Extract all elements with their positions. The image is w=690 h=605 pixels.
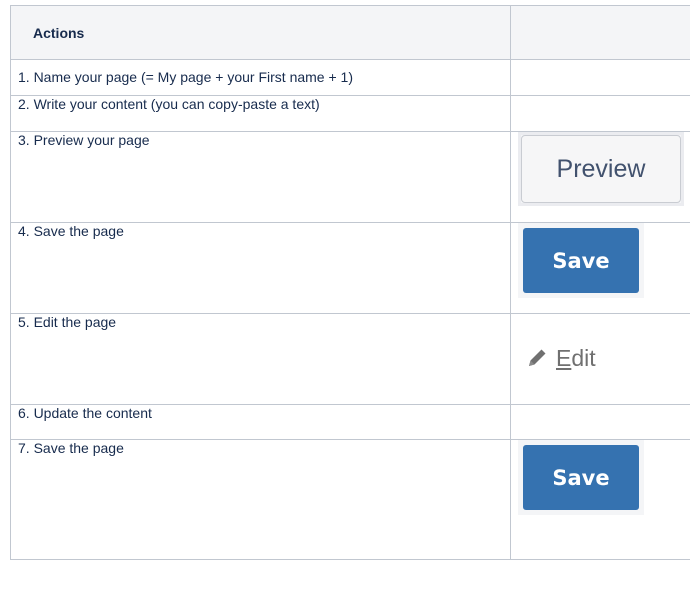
save-button-cell: Save xyxy=(510,439,690,560)
step-edit: 5. Edit the page xyxy=(10,313,511,405)
actions-table: Actions 1. Name your page (= My page + y… xyxy=(10,5,690,560)
step-preview: 3. Preview your page xyxy=(10,131,511,223)
edit-button-image: Edit xyxy=(518,328,646,388)
preview-button-image: Preview xyxy=(518,132,684,206)
table-header-row: Actions xyxy=(10,5,690,60)
save-button-cell: Save xyxy=(510,222,690,314)
table-row: 3. Preview your page Preview xyxy=(10,131,690,223)
table-row: 7. Save the page Save xyxy=(10,439,690,560)
step-save-again: 7. Save the page xyxy=(10,439,511,560)
empty-cell xyxy=(510,59,690,96)
edit-button-label: Edit xyxy=(556,345,596,372)
column-header-actions: Actions xyxy=(10,5,511,60)
step-save: 4. Save the page xyxy=(10,222,511,314)
pencil-icon xyxy=(529,349,546,366)
preview-button-cell: Preview xyxy=(510,131,690,223)
save-button-image: Save xyxy=(518,440,644,515)
table-row: 6. Update the content xyxy=(10,404,690,440)
table-row: 2. Write your content (you can copy-past… xyxy=(10,95,690,132)
edit-button-cell: Edit xyxy=(510,313,690,405)
table-row: 5. Edit the page Edit xyxy=(10,313,690,405)
save-button: Save xyxy=(523,228,639,293)
empty-cell xyxy=(510,95,690,132)
table-row: 4. Save the page Save xyxy=(10,222,690,314)
step-name-page: 1. Name your page (= My page + your Firs… xyxy=(10,59,511,96)
edit-accesskey-letter: E xyxy=(556,344,572,371)
step-update-content: 6. Update the content xyxy=(10,404,511,440)
table-row: 1. Name your page (= My page + your Firs… xyxy=(10,59,690,96)
save-button: Save xyxy=(523,445,639,510)
edit-label-rest: dit xyxy=(571,344,596,371)
step-write-content: 2. Write your content (you can copy-past… xyxy=(10,95,511,132)
save-button-image: Save xyxy=(518,223,644,298)
empty-cell xyxy=(510,404,690,440)
preview-button: Preview xyxy=(521,135,681,203)
column-header-empty xyxy=(510,5,690,60)
